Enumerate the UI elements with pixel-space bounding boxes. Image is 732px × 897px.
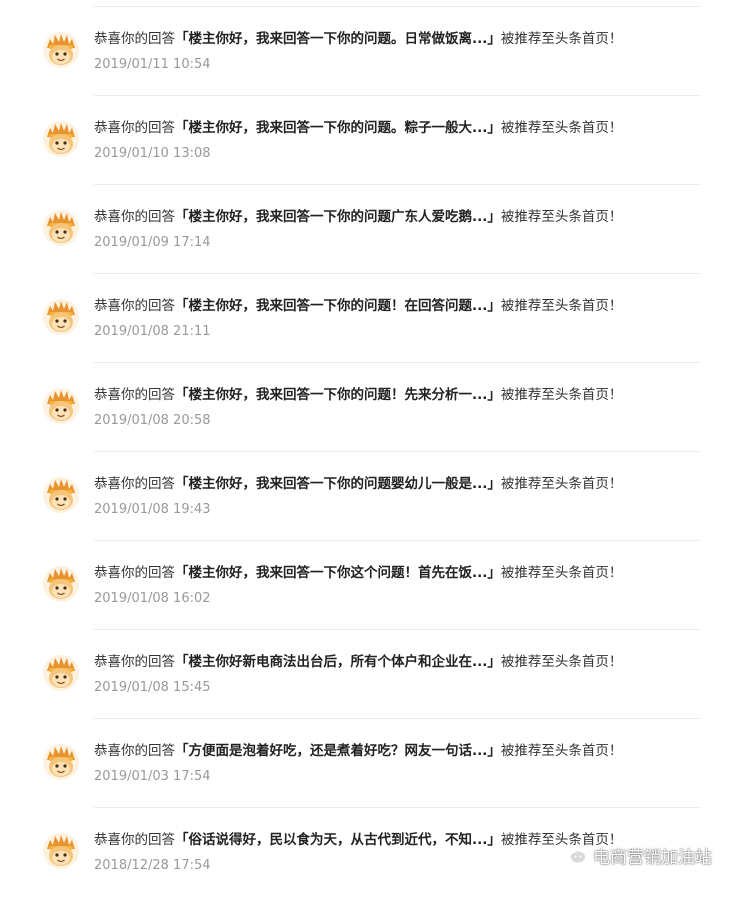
- notification-item[interactable]: 恭喜你的回答「楼主你好，我来回答一下你的问题！先来分析一...」被推荐至头条首页…: [0, 363, 732, 452]
- notification-message: 恭喜你的回答「楼主你好新电商法出台后，所有个体户和企业在...」被推荐至头条首页…: [94, 653, 674, 671]
- notification-feed: 恭喜你的回答「楼主你好，我来回答一下你的问题。日常做饭离...」被推荐至头条首页…: [0, 0, 732, 885]
- answer-title-link[interactable]: 「楼主你好，我来回答一下你的问题！在回答问题...」: [175, 298, 501, 314]
- monkey-king-icon[interactable]: [42, 832, 80, 870]
- notification-time: 2019/01/03 17:54: [94, 769, 211, 784]
- notification-time: 2019/01/08 15:45: [94, 680, 211, 695]
- message-prefix: 恭喜你的回答: [94, 209, 175, 225]
- message-prefix: 恭喜你的回答: [94, 654, 175, 670]
- answer-title-link[interactable]: 「楼主你好，我来回答一下你的问题广东人爱吃鹅...」: [175, 209, 501, 225]
- message-suffix: 被推荐至头条首页！: [500, 298, 623, 314]
- notification-time: 2019/01/09 17:14: [94, 235, 211, 250]
- notification-item[interactable]: 恭喜你的回答「楼主你好，我来回答一下你的问题。日常做饭离...」被推荐至头条首页…: [0, 7, 732, 96]
- answer-title-link[interactable]: 「楼主你好，我来回答一下你的问题！先来分析一...」: [175, 387, 501, 403]
- monkey-king-icon[interactable]: [42, 209, 80, 247]
- message-prefix: 恭喜你的回答: [94, 298, 175, 314]
- monkey-king-icon[interactable]: [42, 387, 80, 425]
- message-prefix: 恭喜你的回答: [94, 31, 175, 47]
- message-prefix: 恭喜你的回答: [94, 120, 175, 136]
- notification-item[interactable]: 恭喜你的回答「楼主你好，我来回答一下你的问题。粽子一般大...」被推荐至头条首页…: [0, 96, 732, 185]
- notification-item[interactable]: 恭喜你的回答「方便面是泡着好吃，还是煮着好吃？网友一句话...」被推荐至头条首页…: [0, 719, 732, 808]
- answer-title-link[interactable]: 「俗话说得好，民以食为天，从古代到近代，不知...」: [175, 832, 501, 848]
- message-suffix: 被推荐至头条首页！: [500, 387, 623, 403]
- notification-item[interactable]: 恭喜你的回答「楼主你好，我来回答一下你的问题广东人爱吃鹅...」被推荐至头条首页…: [0, 185, 732, 274]
- answer-title-link[interactable]: 「方便面是泡着好吃，还是煮着好吃？网友一句话...」: [175, 743, 501, 759]
- answer-title-link[interactable]: 「楼主你好，我来回答一下你的问题。日常做饭离...」: [175, 31, 501, 47]
- watermark: 电商营销加油站: [561, 843, 712, 868]
- notification-message: 恭喜你的回答「楼主你好，我来回答一下你的问题婴幼儿一般是...」被推荐至头条首页…: [94, 475, 674, 493]
- message-suffix: 被推荐至头条首页！: [500, 743, 623, 759]
- notification-time: 2019/01/11 10:54: [94, 57, 211, 72]
- monkey-king-icon[interactable]: [42, 120, 80, 158]
- monkey-king-icon[interactable]: [42, 565, 80, 603]
- message-suffix: 被推荐至头条首页！: [500, 120, 623, 136]
- monkey-king-icon[interactable]: [42, 476, 80, 514]
- notification-message: 恭喜你的回答「楼主你好，我来回答一下你的问题。日常做饭离...」被推荐至头条首页…: [94, 30, 674, 48]
- message-suffix: 被推荐至头条首页！: [500, 209, 623, 225]
- notification-time: 2019/01/08 19:43: [94, 502, 211, 517]
- notification-message: 恭喜你的回答「楼主你好，我来回答一下你的问题！先来分析一...」被推荐至头条首页…: [94, 386, 674, 404]
- message-suffix: 被推荐至头条首页！: [500, 476, 623, 492]
- notification-message: 恭喜你的回答「楼主你好，我来回答一下你这个问题！首先在饭...」被推荐至头条首页…: [94, 564, 674, 582]
- answer-title-link[interactable]: 「楼主你好，我来回答一下你的问题。粽子一般大...」: [175, 120, 501, 136]
- message-prefix: 恭喜你的回答: [94, 832, 175, 848]
- notification-message: 恭喜你的回答「楼主你好，我来回答一下你的问题广东人爱吃鹅...」被推荐至头条首页…: [94, 208, 674, 226]
- message-suffix: 被推荐至头条首页！: [500, 31, 623, 47]
- notification-message: 恭喜你的回答「楼主你好，我来回答一下你的问题。粽子一般大...」被推荐至头条首页…: [94, 119, 674, 137]
- monkey-king-icon[interactable]: [42, 298, 80, 336]
- message-suffix: 被推荐至头条首页！: [500, 654, 623, 670]
- message-prefix: 恭喜你的回答: [94, 565, 175, 581]
- answer-title-link[interactable]: 「楼主你好，我来回答一下你的问题婴幼儿一般是...」: [175, 476, 501, 492]
- message-prefix: 恭喜你的回答: [94, 743, 175, 759]
- wechat-icon: [561, 844, 587, 866]
- notification-item[interactable]: 恭喜你的回答「楼主你好新电商法出台后，所有个体户和企业在...」被推荐至头条首页…: [0, 630, 732, 719]
- notification-message: 恭喜你的回答「方便面是泡着好吃，还是煮着好吃？网友一句话...」被推荐至头条首页…: [94, 742, 674, 760]
- message-prefix: 恭喜你的回答: [94, 387, 175, 403]
- notification-message: 恭喜你的回答「楼主你好，我来回答一下你的问题！在回答问题...」被推荐至头条首页…: [94, 297, 674, 315]
- notification-time: 2019/01/10 13:08: [94, 146, 211, 161]
- message-suffix: 被推荐至头条首页！: [500, 565, 623, 581]
- notification-item[interactable]: 恭喜你的回答「楼主你好，我来回答一下你的问题！在回答问题...」被推荐至头条首页…: [0, 274, 732, 363]
- answer-title-link[interactable]: 「楼主你好，我来回答一下你这个问题！首先在饭...」: [175, 565, 501, 581]
- notification-time: 2019/01/08 21:11: [94, 324, 211, 339]
- monkey-king-icon[interactable]: [42, 743, 80, 781]
- monkey-king-icon[interactable]: [42, 31, 80, 69]
- monkey-king-icon[interactable]: [42, 654, 80, 692]
- notification-time: 2019/01/08 16:02: [94, 591, 211, 606]
- message-prefix: 恭喜你的回答: [94, 476, 175, 492]
- notification-item[interactable]: 恭喜你的回答「楼主你好，我来回答一下你的问题婴幼儿一般是...」被推荐至头条首页…: [0, 452, 732, 541]
- answer-title-link[interactable]: 「楼主你好新电商法出台后，所有个体户和企业在...」: [175, 654, 501, 670]
- notification-time: 2019/01/08 20:58: [94, 413, 211, 428]
- watermark-text: 电商营销加油站: [593, 847, 712, 868]
- notification-item[interactable]: 恭喜你的回答「楼主你好，我来回答一下你这个问题！首先在饭...」被推荐至头条首页…: [0, 541, 732, 630]
- notification-time: 2018/12/28 17:54: [94, 858, 211, 873]
